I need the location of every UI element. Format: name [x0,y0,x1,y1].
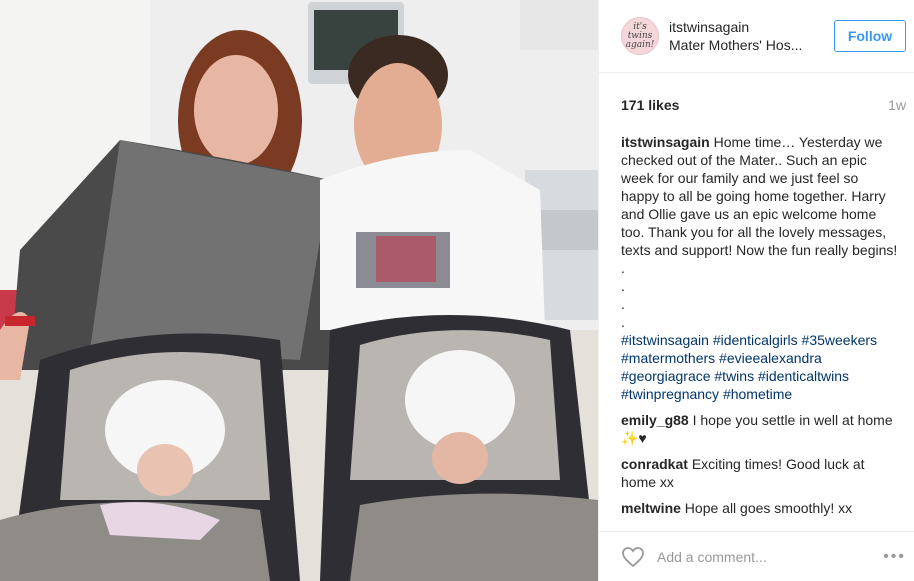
comment-text: Hope all goes smoothly! xx [684,500,853,516]
caption-dot: . [621,278,625,294]
comment-item: emily_g88 I hope you settle in well at h… [621,411,900,447]
header-text: itstwinsagain Mater Mothers' Hos... [669,18,834,54]
avatar-text: it's twins again! [625,21,655,50]
caption: itstwinsagain Home time… Yesterday we ch… [621,133,900,403]
heart-icon[interactable] [621,546,645,568]
post-photo[interactable] [0,0,598,581]
photo-illustration [0,0,598,581]
caption-hashtags[interactable]: #itstwinsagain #identicalgirls #35weeker… [621,331,900,403]
follow-button[interactable]: Follow [834,20,906,52]
meta-row: 171 likes 1w [599,73,914,137]
add-comment-input[interactable]: Add a comment... [657,549,883,565]
post-location[interactable]: Mater Mothers' Hos... [669,36,811,54]
caption-text: Home time… Yesterday we checked out of t… [621,134,898,276]
caption-dot: . [621,314,625,330]
comments-list[interactable]: itstwinsagain Home time… Yesterday we ch… [621,133,900,533]
comment-item: meltwine Hope all goes smoothly! xx [621,499,900,517]
post-header: it's twins again! itstwinsagain Mater Mo… [599,0,914,73]
comment-username[interactable]: conradkat [621,456,688,472]
post-sidebar: it's twins again! itstwinsagain Mater Mo… [598,0,914,581]
post-age[interactable]: 1w [888,97,906,113]
avatar[interactable]: it's twins again! [621,17,659,55]
comment-footer: Add a comment... ••• [599,531,914,581]
comment-username[interactable]: meltwine [621,500,681,516]
likes-count[interactable]: 171 likes [621,97,679,113]
comment-item: conradkat Exciting times! Good luck at h… [621,455,900,491]
more-options-icon[interactable]: ••• [883,548,906,566]
post-username[interactable]: itstwinsagain [669,18,834,36]
comment-username[interactable]: emily_g88 [621,412,689,428]
caption-username[interactable]: itstwinsagain [621,134,710,150]
caption-dot: . [621,296,625,312]
